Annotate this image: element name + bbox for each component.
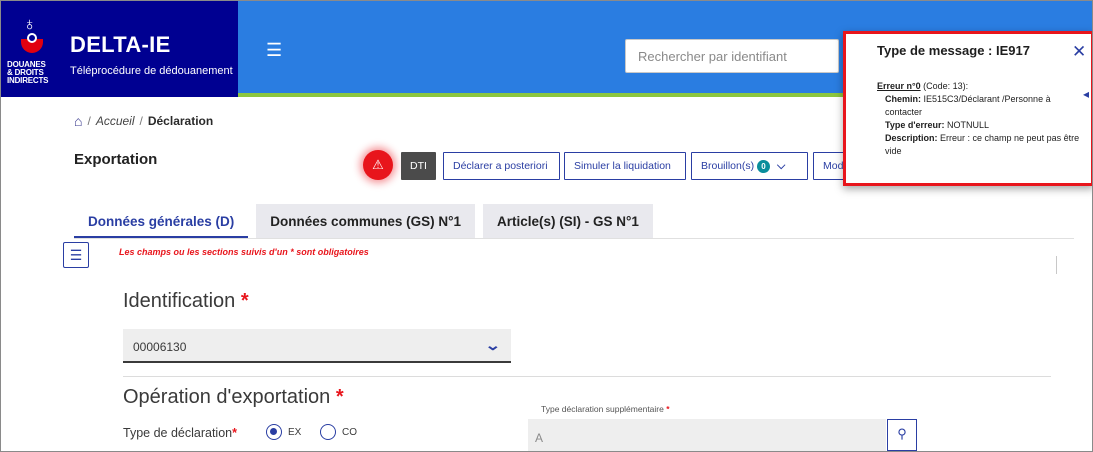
dti-button[interactable]: DTI	[401, 152, 436, 180]
required-star: *	[240, 290, 249, 312]
required-star: *	[666, 404, 670, 414]
app-subtitle: Téléprocédure de dédouanement	[70, 65, 233, 77]
breadcrumb: ⌂ / Accueil / Déclaration	[74, 113, 213, 129]
tab-articles[interactable]: Article(s) (SI) - GS N°1	[482, 204, 653, 239]
menu-icon[interactable]: ☰	[266, 41, 282, 59]
description-label: Description:	[885, 133, 938, 143]
app-title: DELTA-IE	[70, 32, 171, 57]
toast-body: Erreur n°0 (Code: 13): Chemin: IE515C3/D…	[877, 80, 1087, 158]
douane-logo: ♁ DOUANES & DROITS INDIRECTS	[7, 9, 61, 89]
arrow-left-icon: ◂	[1083, 87, 1090, 101]
tab-donnees-communes[interactable]: Données communes (GS) N°1	[256, 204, 475, 239]
error-type-label: Type d'erreur:	[885, 120, 945, 130]
flame-icon: ♁	[23, 14, 37, 34]
type-supplementaire-input[interactable]: A	[528, 419, 886, 451]
error-code: (Code: 13):	[920, 81, 969, 91]
chevron-down-icon: ⌄	[484, 337, 502, 353]
brand-block[interactable]: ♁ DOUANES & DROITS INDIRECTS DELTA-IE Télé…	[1, 1, 238, 97]
sidebar-toggle-icon[interactable]: ☰	[63, 242, 89, 268]
type-declaration-text: Type de déclaration	[123, 426, 233, 440]
type-supplementaire-label: Type déclaration supplémentaire *	[541, 404, 670, 414]
divider	[1056, 256, 1057, 274]
brouillons-label: Brouillon(s)	[701, 160, 755, 172]
tab-divider	[74, 238, 1074, 239]
breadcrumb-declaration: Déclaration	[147, 114, 214, 128]
radio-checked-icon[interactable]	[266, 424, 282, 440]
identification-value: 00006130	[133, 340, 187, 354]
error-number-link[interactable]: Erreur n°0	[877, 81, 921, 91]
brouillons-dropdown-button[interactable]: Brouillon(s) 0 ⌵	[691, 152, 808, 180]
required-star: *	[335, 386, 344, 408]
error-type-value: NOTNULL	[944, 120, 990, 130]
radio-ex[interactable]: EX	[266, 424, 301, 440]
radio-co[interactable]: CO	[320, 424, 357, 440]
tab-bar: Données générales (D) Données communes (…	[74, 204, 661, 239]
required-star: *	[232, 426, 237, 440]
home-icon[interactable]: ⌂	[74, 113, 82, 129]
type-declaration-label: Type de déclaration*	[123, 426, 237, 440]
toast-title: Type de message : IE917	[877, 43, 1030, 58]
identification-select[interactable]: 00006130 ⌄	[123, 329, 511, 363]
error-toast: Type de message : IE917 ✕ Erreur n°0 (Co…	[843, 31, 1092, 186]
tab-donnees-generales[interactable]: Données générales (D)	[74, 204, 249, 239]
breadcrumb-accueil[interactable]: Accueil	[96, 114, 135, 128]
simuler-liquidation-button[interactable]: Simuler la liquidation	[564, 152, 686, 180]
path-label: Chemin:	[885, 94, 921, 104]
radio-unchecked-icon[interactable]	[320, 424, 336, 440]
error-type: Type d'erreur: NOTNULL	[877, 119, 1087, 132]
brouillons-count-badge: 0	[757, 159, 771, 173]
section-divider	[123, 376, 1051, 377]
mandatory-fields-note: Les champs ou les sections suivis d'un *…	[119, 247, 369, 257]
search-input[interactable]: Rechercher par identifiant	[625, 39, 839, 73]
warning-icon[interactable]: ⚠	[363, 150, 393, 180]
chevron-down-icon: ⌵	[776, 160, 786, 172]
declarer-a-posteriori-button[interactable]: Déclarer a posteriori	[443, 152, 560, 180]
page-title: Exportation	[74, 151, 158, 168]
error-description: Description: Erreur : ce champ ne peut p…	[877, 132, 1087, 158]
close-icon[interactable]: ✕	[1072, 42, 1086, 62]
breadcrumb-separator: /	[139, 114, 143, 128]
search-icon[interactable]: ⚲	[887, 419, 917, 451]
operation-title-text: Opération d'exportation	[123, 386, 331, 408]
identification-section-title: Identification *	[123, 290, 249, 313]
logo-text: DOUANES & DROITS INDIRECTS	[7, 60, 49, 85]
identification-title-text: Identification	[123, 290, 236, 312]
logo-ring	[27, 33, 37, 43]
radio-co-label: CO	[342, 426, 357, 438]
error-path: Chemin: IE515C3/Déclarant /Personne à co…	[877, 93, 1087, 119]
breadcrumb-separator: /	[87, 114, 91, 128]
app-window: ♁ DOUANES & DROITS INDIRECTS DELTA-IE Télé…	[0, 0, 1093, 452]
type-supplementaire-text: Type déclaration supplémentaire	[541, 404, 664, 414]
radio-ex-label: EX	[288, 426, 302, 438]
operation-section-title: Opération d'exportation *	[123, 386, 344, 409]
